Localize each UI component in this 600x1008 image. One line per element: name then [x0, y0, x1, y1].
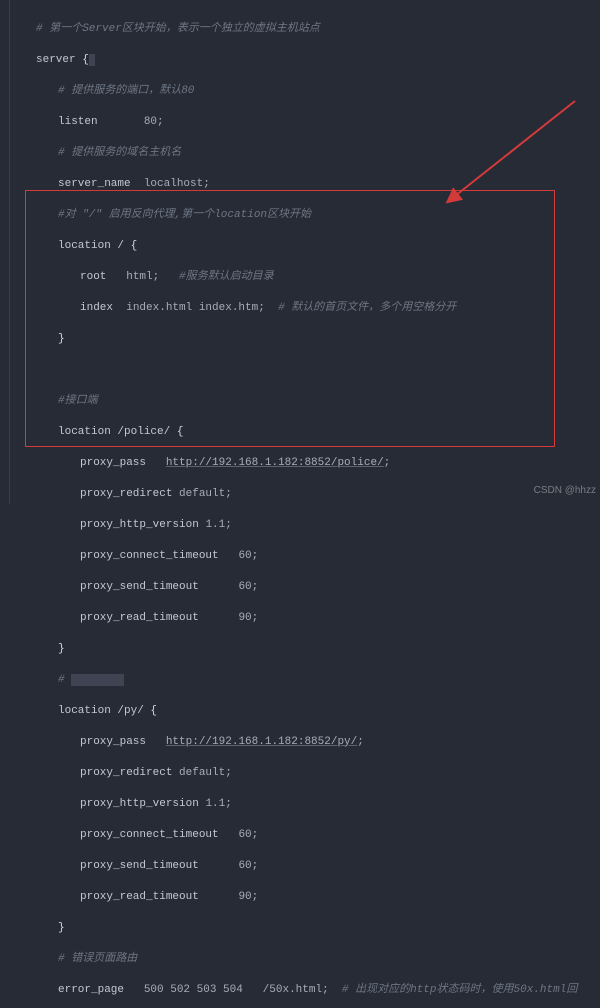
- value-codes: 500 502 503 504: [144, 984, 243, 996]
- directive-error-page: error_page: [58, 984, 124, 996]
- url-police: http://192.168.1.182:8852/police/: [166, 457, 384, 469]
- directive-proxy-pass: proxy_pass: [80, 736, 146, 748]
- comment: #服务默认启动目录: [179, 271, 274, 283]
- value: 90: [238, 612, 251, 624]
- value: 60: [238, 550, 251, 562]
- comment: #对 "/" 启用反向代理,第一个location区块开始: [58, 209, 311, 221]
- directive-proxy-read-timeout: proxy_read_timeout: [80, 612, 199, 624]
- value: 60: [238, 581, 251, 593]
- value: default: [179, 767, 225, 779]
- directive-proxy-send-timeout: proxy_send_timeout: [80, 581, 199, 593]
- value-index: index.html index.htm: [126, 302, 258, 314]
- directive-location-root: location /: [58, 240, 131, 252]
- directive-proxy-read-timeout: proxy_read_timeout: [80, 891, 199, 903]
- directive-location-police: location /police/: [58, 426, 177, 438]
- value: default: [179, 488, 225, 500]
- directive-server: server: [36, 54, 76, 66]
- url-py: http://192.168.1.182:8852/py/: [166, 736, 357, 748]
- brace-close: }: [58, 643, 65, 655]
- directive-proxy-http-version: proxy_http_version: [80, 798, 199, 810]
- comment-blank: #: [58, 674, 71, 686]
- value-port: 80: [144, 116, 157, 128]
- brace-open: {: [177, 426, 184, 438]
- value-path: /50x.html: [263, 984, 322, 996]
- directive-location-py: location /py/: [58, 705, 150, 717]
- value: 1.1: [205, 519, 225, 531]
- brace-close: }: [58, 922, 65, 934]
- watermark: CSDN @hhzz: [534, 483, 596, 499]
- directive-proxy-redirect: proxy_redirect: [80, 488, 172, 500]
- value-root: html: [126, 271, 152, 283]
- directive-proxy-http-version: proxy_http_version: [80, 519, 199, 531]
- value: 60: [238, 860, 251, 872]
- brace-close: }: [58, 333, 65, 345]
- directive-server-name: server_name: [58, 178, 131, 190]
- comment: # 第一个Server区块开始，表示一个独立的虚拟主机站点: [36, 23, 320, 35]
- comment: #接口端: [58, 395, 98, 407]
- comment: # 提供服务的域名主机名: [58, 147, 181, 159]
- value: 90: [238, 891, 251, 903]
- comment: # 默认的首页文件，多个用空格分开: [278, 302, 456, 314]
- value: 1.1: [205, 798, 225, 810]
- brace-open: {: [131, 240, 138, 252]
- directive-index: index: [80, 302, 113, 314]
- brace-open: {: [150, 705, 157, 717]
- value-hostname: localhost: [144, 178, 203, 190]
- directive-proxy-connect-timeout: proxy_connect_timeout: [80, 829, 219, 841]
- comment: # 错误页面路由: [58, 953, 137, 965]
- brace-open: {: [82, 54, 89, 66]
- directive-proxy-send-timeout: proxy_send_timeout: [80, 860, 199, 872]
- comment: # 出现对应的http状态码时，使用50x.html回: [342, 984, 577, 996]
- comment: # 提供服务的端口，默认80: [58, 85, 194, 97]
- directive-listen: listen: [58, 116, 98, 128]
- directive-root: root: [80, 271, 106, 283]
- directive-proxy-connect-timeout: proxy_connect_timeout: [80, 550, 219, 562]
- value: 60: [238, 829, 251, 841]
- directive-proxy-pass: proxy_pass: [80, 457, 146, 469]
- code-editor[interactable]: # 第一个Server区块开始，表示一个独立的虚拟主机站点 server { #…: [0, 0, 600, 1008]
- directive-proxy-redirect: proxy_redirect: [80, 767, 172, 779]
